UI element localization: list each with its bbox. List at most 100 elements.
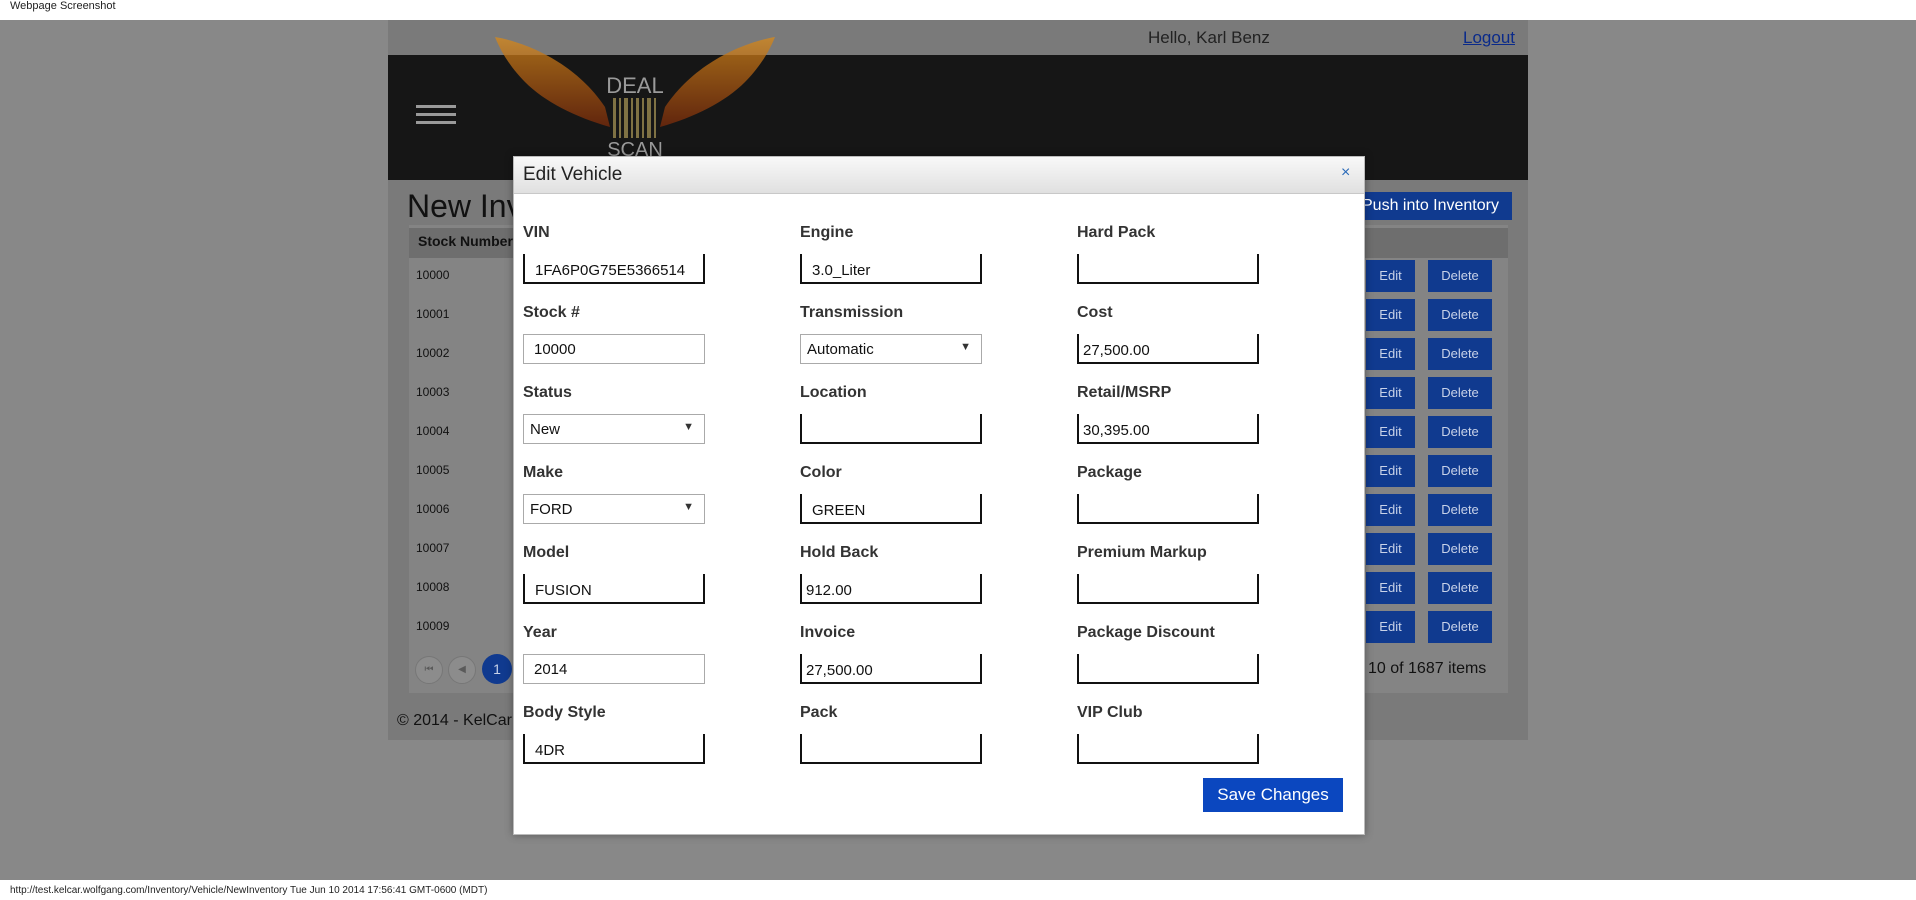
row-stock-number: 10006 xyxy=(416,502,450,516)
package-field-group: Package xyxy=(1077,463,1261,524)
row-edit-button[interactable]: Edit xyxy=(1366,572,1415,604)
row-edit-button[interactable]: Edit xyxy=(1366,494,1415,526)
hard-pack-field-group: Hard Pack xyxy=(1077,223,1261,284)
stock-field-group: Stock # xyxy=(523,303,707,364)
edit-vehicle-modal: Edit Vehicle × VIN Stock # Status New ▼ M… xyxy=(513,156,1365,835)
pack-field-group: Pack xyxy=(800,703,984,764)
dropdown-arrow-icon: ▼ xyxy=(960,341,971,353)
dropdown-arrow-icon: ▼ xyxy=(683,421,694,433)
hold-back-field-group: Hold Back xyxy=(800,543,984,604)
vip-club-field-group: VIP Club xyxy=(1077,703,1261,764)
make-field-group: Make FORD ▼ xyxy=(523,463,707,524)
make-select-value: FORD xyxy=(530,501,573,518)
hold-back-input[interactable] xyxy=(800,574,982,604)
engine-input[interactable] xyxy=(800,254,982,284)
retail-msrp-field-group: Retail/MSRP xyxy=(1077,383,1261,444)
invoice-input[interactable] xyxy=(800,654,982,684)
cost-label: Cost xyxy=(1077,304,1113,321)
package-label: Package xyxy=(1077,464,1142,481)
dropdown-arrow-icon: ▼ xyxy=(683,501,694,513)
transmission-field-group: Transmission Automatic ▼ xyxy=(800,303,984,364)
premium-markup-label: Premium Markup xyxy=(1077,544,1207,561)
transmission-select[interactable]: Automatic ▼ xyxy=(800,334,982,364)
stock-label: Stock # xyxy=(523,304,580,321)
hamburger-menu-icon[interactable] xyxy=(416,105,456,131)
retail-msrp-input[interactable] xyxy=(1077,414,1259,444)
status-field-group: Status New ▼ xyxy=(523,383,707,444)
body-style-input[interactable] xyxy=(523,734,705,764)
vin-input[interactable] xyxy=(523,254,705,284)
row-delete-button[interactable]: Delete xyxy=(1428,299,1492,331)
transmission-label: Transmission xyxy=(800,304,904,321)
package-discount-label: Package Discount xyxy=(1077,624,1215,641)
make-select[interactable]: FORD ▼ xyxy=(523,494,705,524)
window-label: Webpage Screenshot xyxy=(10,0,116,12)
row-delete-button[interactable]: Delete xyxy=(1428,611,1492,643)
row-edit-button[interactable]: Edit xyxy=(1366,260,1415,292)
vin-field-group: VIN xyxy=(523,223,707,284)
row-delete-button[interactable]: Delete xyxy=(1428,533,1492,565)
row-edit-button[interactable]: Edit xyxy=(1366,533,1415,565)
premium-markup-field-group: Premium Markup xyxy=(1077,543,1261,604)
hard-pack-label: Hard Pack xyxy=(1077,224,1156,241)
push-into-inventory-button[interactable]: Push into Inventory xyxy=(1358,192,1512,220)
hold-back-label: Hold Back xyxy=(800,544,879,561)
modal-header: Edit Vehicle × xyxy=(514,157,1364,194)
vin-label: VIN xyxy=(523,224,550,241)
year-field-group: Year xyxy=(523,623,707,684)
row-delete-button[interactable]: Delete xyxy=(1428,572,1492,604)
row-edit-button[interactable]: Edit xyxy=(1366,611,1415,643)
package-input[interactable] xyxy=(1077,494,1259,524)
year-label: Year xyxy=(523,624,557,641)
row-edit-button[interactable]: Edit xyxy=(1366,377,1415,409)
location-label: Location xyxy=(800,384,867,401)
row-edit-button[interactable]: Edit xyxy=(1366,338,1415,370)
row-delete-button[interactable]: Delete xyxy=(1428,455,1492,487)
row-stock-number: 10004 xyxy=(416,424,450,438)
column-header-stock-number[interactable]: Stock Number xyxy=(418,233,513,249)
pager-current-page[interactable]: 1 xyxy=(482,654,512,684)
row-delete-button[interactable]: Delete xyxy=(1428,338,1492,370)
row-delete-button[interactable]: Delete xyxy=(1428,494,1492,526)
color-label: Color xyxy=(800,464,842,481)
cost-input[interactable] xyxy=(1077,334,1259,364)
invoice-field-group: Invoice xyxy=(800,623,984,684)
premium-markup-input[interactable] xyxy=(1077,574,1259,604)
row-stock-number: 10000 xyxy=(416,268,450,282)
stock-input[interactable] xyxy=(523,334,705,364)
row-edit-button[interactable]: Edit xyxy=(1366,299,1415,331)
row-stock-number: 10002 xyxy=(416,346,450,360)
year-input[interactable] xyxy=(523,654,705,684)
pack-input[interactable] xyxy=(800,734,982,764)
pager-info: 10 of 1687 items xyxy=(1368,660,1487,677)
model-input[interactable] xyxy=(523,574,705,604)
status-select[interactable]: New ▼ xyxy=(523,414,705,444)
row-delete-button[interactable]: Delete xyxy=(1428,260,1492,292)
first-page-icon[interactable]: ⏮ xyxy=(415,656,443,684)
prev-page-icon[interactable]: ◀ xyxy=(448,656,476,684)
body-style-field-group: Body Style xyxy=(523,703,707,764)
invoice-label: Invoice xyxy=(800,624,856,641)
browser-top-bar: Webpage Screenshot xyxy=(0,0,1916,20)
retail-msrp-label: Retail/MSRP xyxy=(1077,384,1172,401)
close-icon[interactable]: × xyxy=(1341,164,1350,182)
dealscan-logo: DEAL SCAN xyxy=(495,37,775,157)
row-stock-number: 10009 xyxy=(416,619,450,633)
hard-pack-input[interactable] xyxy=(1077,254,1259,284)
engine-label: Engine xyxy=(800,224,854,241)
package-discount-field-group: Package Discount xyxy=(1077,623,1261,684)
row-edit-button[interactable]: Edit xyxy=(1366,455,1415,487)
row-delete-button[interactable]: Delete xyxy=(1428,416,1492,448)
logo-text-deal: DEAL xyxy=(606,73,663,98)
row-delete-button[interactable]: Delete xyxy=(1428,377,1492,409)
logout-link[interactable]: Logout xyxy=(1463,28,1515,48)
status-url-line: http://test.kelcar.wolfgang.com/Inventor… xyxy=(10,885,488,896)
color-input[interactable] xyxy=(800,494,982,524)
package-discount-input[interactable] xyxy=(1077,654,1259,684)
row-edit-button[interactable]: Edit xyxy=(1366,416,1415,448)
vip-club-input[interactable] xyxy=(1077,734,1259,764)
location-input[interactable] xyxy=(800,414,982,444)
cost-field-group: Cost xyxy=(1077,303,1261,364)
save-changes-button[interactable]: Save Changes xyxy=(1203,778,1343,812)
color-field-group: Color xyxy=(800,463,984,524)
